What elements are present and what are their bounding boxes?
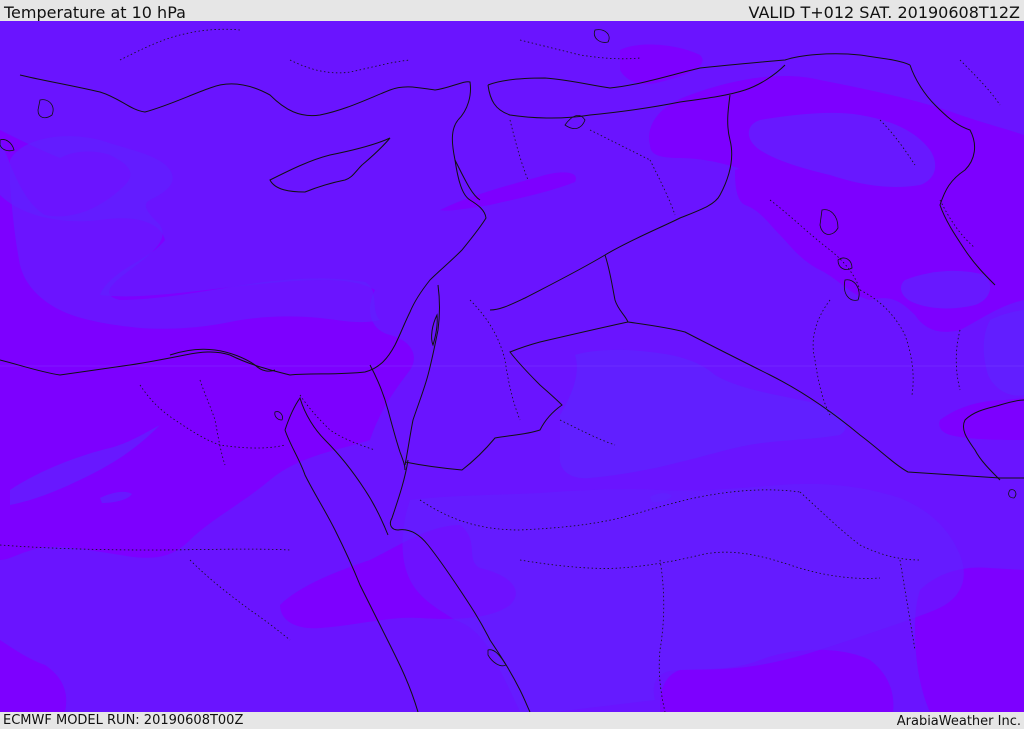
- map-canvas: [0, 21, 1024, 712]
- map-footer: ECMWF MODEL RUN: 20190608T00Z ArabiaWeat…: [0, 712, 1024, 729]
- map-title: Temperature at 10 hPa: [4, 3, 186, 22]
- weather-map: [0, 21, 1024, 712]
- valid-time: VALID T+012 SAT. 20190608T12Z: [748, 3, 1020, 22]
- map-header: Temperature at 10 hPa VALID T+012 SAT. 2…: [0, 0, 1024, 22]
- credit-label: ArabiaWeather Inc.: [896, 714, 1021, 729]
- model-run-label: ECMWF MODEL RUN: 20190608T00Z: [3, 713, 244, 728]
